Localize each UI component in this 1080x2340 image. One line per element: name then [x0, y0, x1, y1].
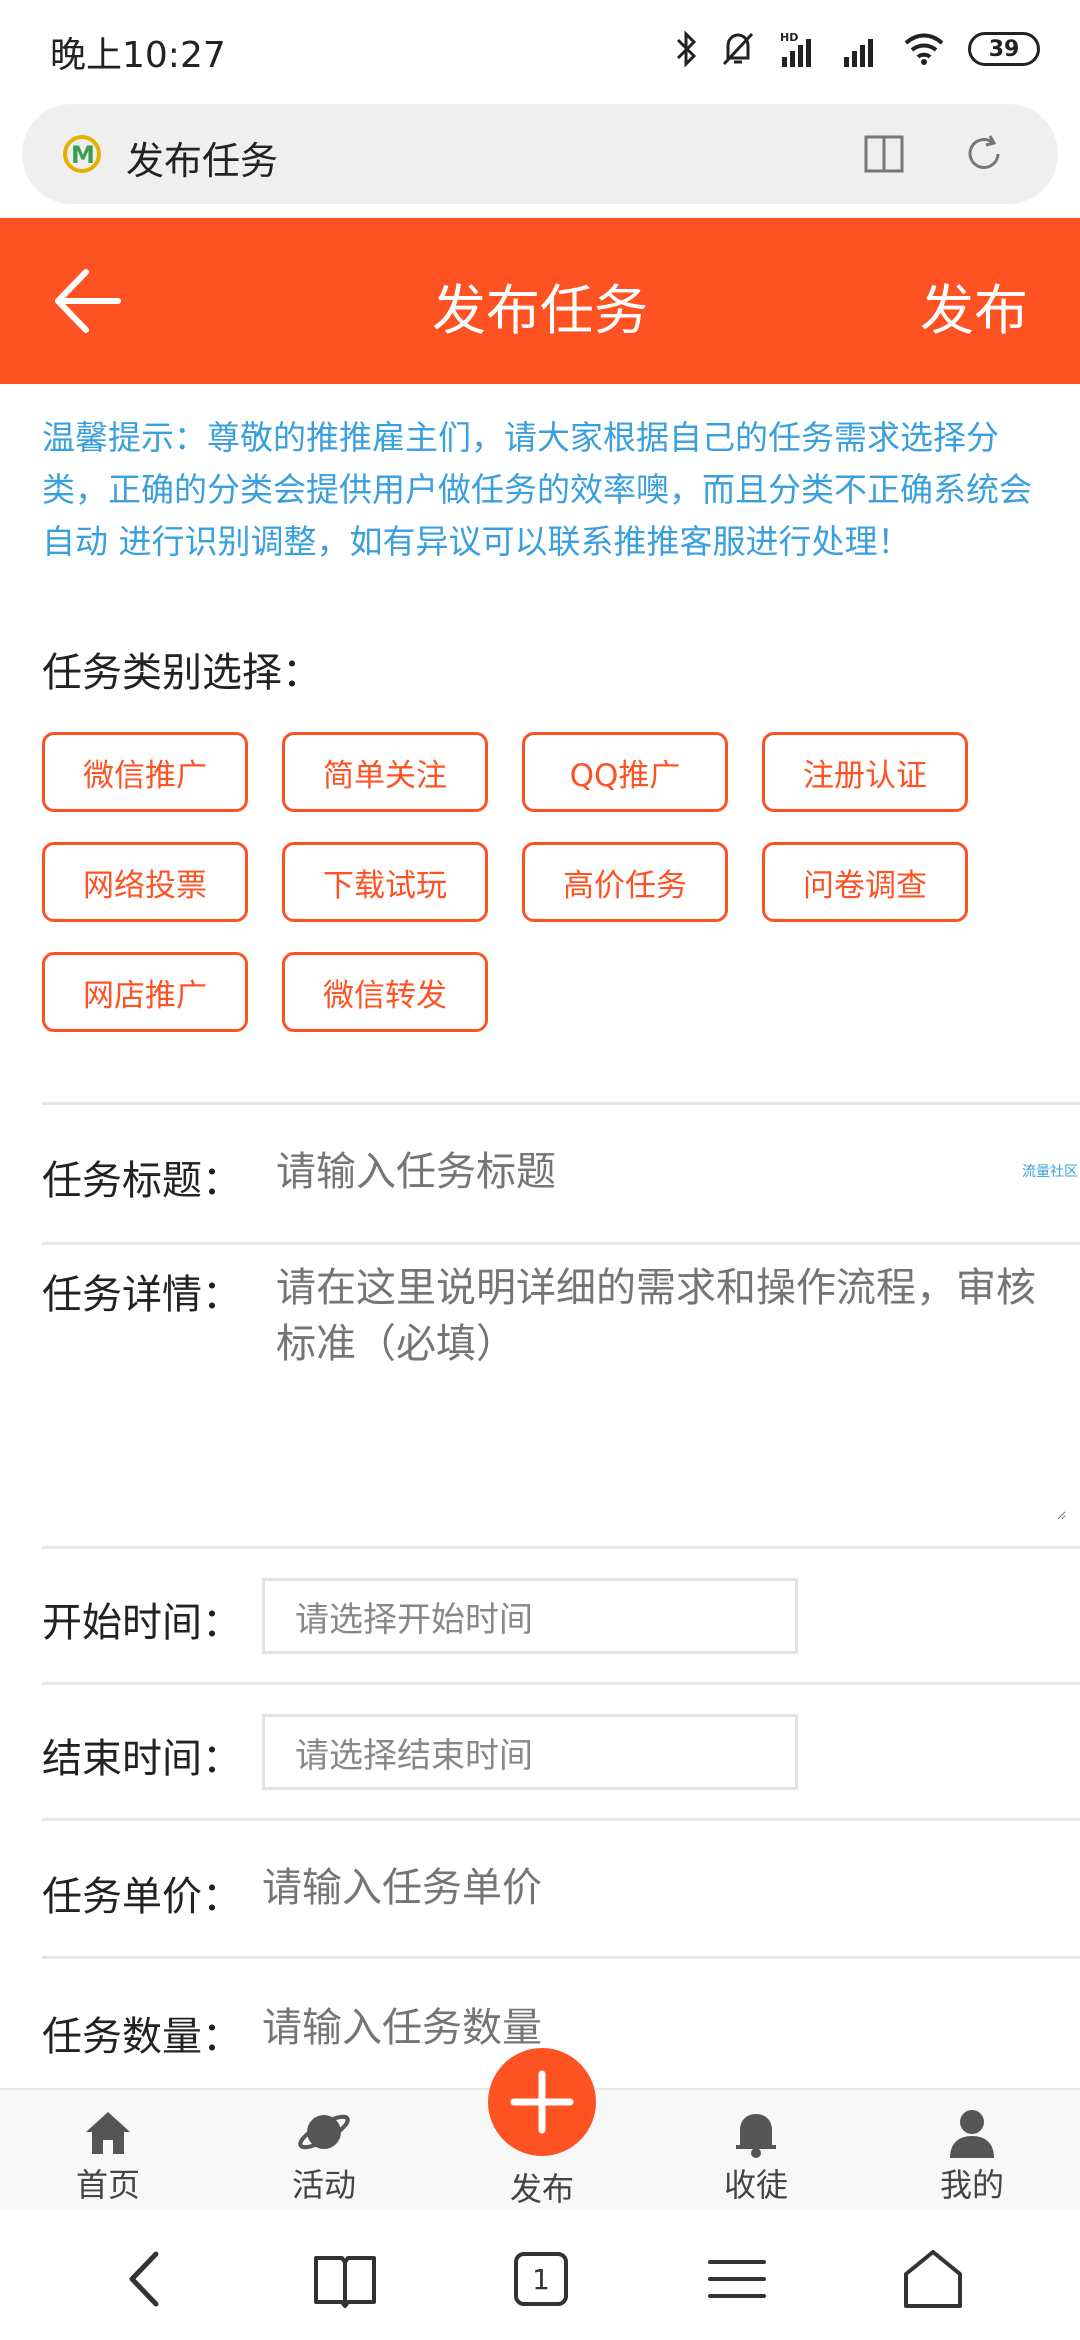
price-label: 任务单价： — [42, 1874, 242, 1920]
divider — [42, 1102, 1080, 1105]
reload-icon[interactable] — [962, 132, 1006, 176]
category-label: 任务类别选择： — [42, 650, 322, 696]
publish-fab[interactable] — [488, 2048, 596, 2156]
category-shop-promo[interactable]: 网店推广 — [42, 952, 248, 1032]
system-nav-bar: 1 — [0, 2212, 1080, 2340]
tab-activity-label: 活动 — [291, 2166, 356, 2204]
end-time-placeholder: 请选择结束时间 — [295, 1735, 533, 1776]
divider — [42, 1818, 1080, 1821]
svg-text:HD: HD — [780, 31, 798, 44]
quantity-label: 任务数量： — [42, 2014, 242, 2060]
category-download-trial[interactable]: 下载试玩 — [282, 842, 488, 922]
svg-text:M: M — [71, 141, 95, 169]
menu-icon[interactable] — [702, 2244, 772, 2314]
tab-activity[interactable]: 活动 — [254, 2104, 394, 2214]
status-icons: HD 39 — [674, 24, 1040, 74]
divider — [42, 1242, 1080, 1245]
category-wechat-share[interactable]: 微信转发 — [282, 952, 488, 1032]
back-icon[interactable] — [112, 2244, 182, 2314]
browser-page-title: 发布任务 — [126, 139, 279, 183]
tab-count: 1 — [514, 2252, 568, 2306]
divider — [42, 1682, 1080, 1685]
task-detail-input[interactable] — [276, 1260, 1066, 1520]
planet-icon — [298, 2114, 350, 2150]
status-time: 晚上10:27 — [50, 35, 226, 76]
tab-home-label: 首页 — [75, 2166, 140, 2204]
plus-icon — [510, 2070, 574, 2134]
category-wechat-promo[interactable]: 微信推广 — [42, 732, 248, 812]
category-online-vote[interactable]: 网络投票 — [42, 842, 248, 922]
hd-signal-icon: HD — [780, 31, 811, 67]
home-icon — [86, 2112, 130, 2154]
task-title-label: 任务标题： — [42, 1158, 242, 1204]
reader-mode-icon[interactable] — [862, 132, 906, 176]
divider — [42, 1956, 1080, 1959]
task-title-input[interactable] — [276, 1144, 996, 1200]
task-detail-label: 任务详情： — [42, 1272, 242, 1318]
tab-apprentice[interactable]: 收徒 — [686, 2104, 826, 2214]
site-logo-icon: M — [63, 135, 101, 173]
tabs-icon[interactable]: 1 — [506, 2244, 576, 2314]
category-high-price[interactable]: 高价任务 — [522, 842, 728, 922]
user-icon — [950, 2110, 994, 2158]
tab-mine-label: 我的 — [939, 2166, 1004, 2204]
bookmarks-icon[interactable] — [310, 2244, 380, 2314]
app-header: 发布任务 发布 — [0, 218, 1080, 384]
tip-text: 温馨提示：尊敬的推推雇主们，请大家根据自己的任务需求选择分类，正确的分类会提供用… — [42, 418, 1032, 561]
bell-icon — [736, 2114, 776, 2158]
price-input[interactable] — [262, 1860, 982, 1916]
start-time-label: 开始时间： — [42, 1600, 242, 1646]
watermark: 流量社区 — [1022, 1164, 1078, 1180]
category-qq-promo[interactable]: QQ推广 — [522, 732, 728, 812]
wifi-icon — [904, 33, 944, 65]
divider — [42, 1546, 1080, 1549]
publish-button[interactable]: 发布 — [920, 266, 1028, 345]
category-register-verify[interactable]: 注册认证 — [762, 732, 968, 812]
start-time-placeholder: 请选择开始时间 — [295, 1599, 533, 1640]
tab-publish-label: 发布 — [509, 2170, 574, 2208]
tab-apprentice-label: 收徒 — [723, 2166, 788, 2204]
address-bar[interactable]: M 发布任务 — [22, 104, 1058, 204]
end-time-picker[interactable]: 请选择结束时间 — [262, 1714, 798, 1790]
end-time-label: 结束时间： — [42, 1736, 242, 1782]
tab-mine[interactable]: 我的 — [902, 2104, 1042, 2214]
category-survey[interactable]: 问卷调查 — [762, 842, 968, 922]
bell-muted-icon — [722, 32, 754, 66]
start-time-picker[interactable]: 请选择开始时间 — [262, 1578, 798, 1654]
category-simple-follow[interactable]: 简单关注 — [282, 732, 488, 812]
tab-home[interactable]: 首页 — [38, 2104, 178, 2214]
page-title: 发布任务 — [432, 279, 648, 342]
signal-icon — [844, 39, 873, 67]
home-outline-icon[interactable] — [898, 2244, 968, 2314]
status-bar: 晚上10:27 HD 39 — [0, 0, 1080, 100]
battery-icon: 39 — [968, 32, 1040, 66]
quantity-input[interactable] — [262, 2000, 982, 2056]
bluetooth-icon — [676, 30, 697, 68]
battery-level: 39 — [988, 36, 1020, 62]
